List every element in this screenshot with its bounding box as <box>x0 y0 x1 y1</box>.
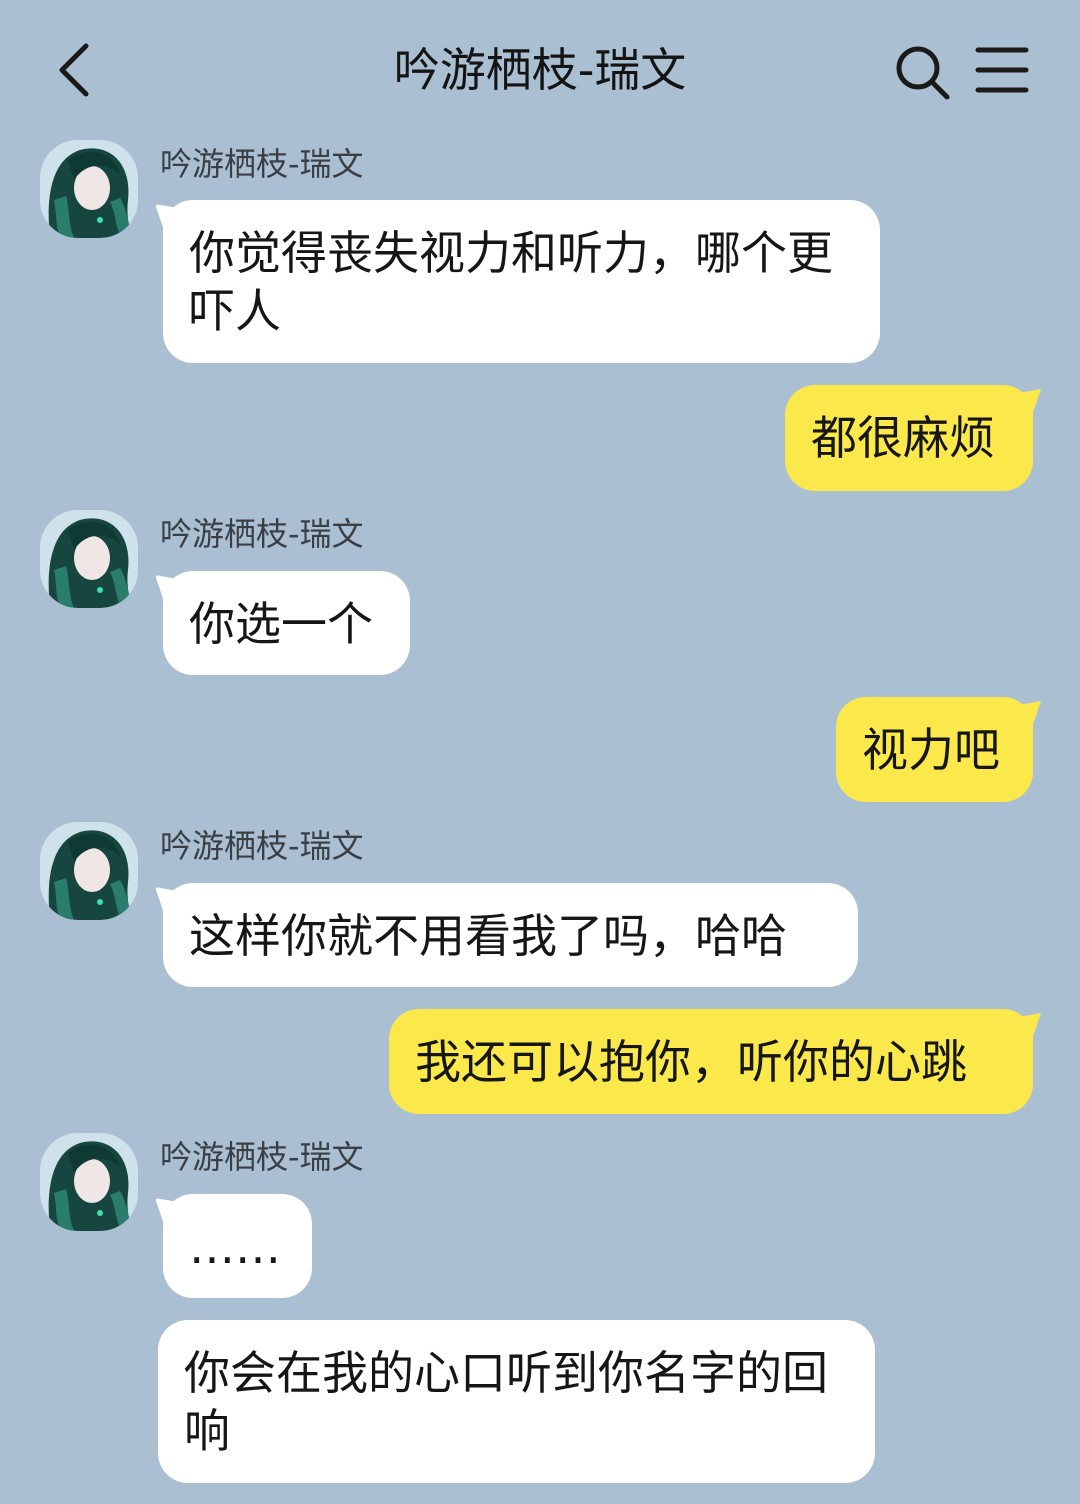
outgoing-message-bubble[interactable]: 都很麻烦 <box>785 385 1033 491</box>
character-portrait <box>40 822 138 920</box>
outgoing-message-bubble[interactable]: 我还可以抱你，听你的心跳 <box>389 1009 1033 1114</box>
character-portrait <box>40 510 138 608</box>
incoming-message-bubble[interactable]: 这样你就不用看我了吗，哈哈 <box>163 883 858 987</box>
incoming-message-bubble[interactable]: 你觉得丧失视力和听力，哪个更吓人 <box>163 200 880 363</box>
menu-button[interactable] <box>974 44 1030 96</box>
avatar[interactable] <box>40 510 138 608</box>
avatar[interactable] <box>40 822 138 920</box>
sender-name: 吟游栖枝-瑞文 <box>160 145 364 183</box>
outgoing-message-bubble[interactable]: 视力吧 <box>836 697 1033 802</box>
sender-name: 吟游栖枝-瑞文 <box>160 515 364 553</box>
sender-name: 吟游栖枝-瑞文 <box>160 1138 364 1176</box>
incoming-message-bubble[interactable]: …… <box>163 1194 312 1298</box>
sender-name: 吟游栖枝-瑞文 <box>160 827 364 865</box>
incoming-message-bubble[interactable]: 你会在我的心口听到你名字的回响 <box>158 1320 875 1483</box>
avatar[interactable] <box>40 1133 138 1231</box>
character-portrait <box>40 1133 138 1231</box>
search-button[interactable] <box>892 42 952 102</box>
character-portrait <box>40 140 138 238</box>
search-icon <box>896 46 950 100</box>
hamburger-menu-icon <box>975 47 1029 93</box>
incoming-message-bubble[interactable]: 你选一个 <box>163 571 410 675</box>
chat-header: 吟游栖枝-瑞文 <box>0 0 1080 140</box>
avatar[interactable] <box>40 140 138 238</box>
